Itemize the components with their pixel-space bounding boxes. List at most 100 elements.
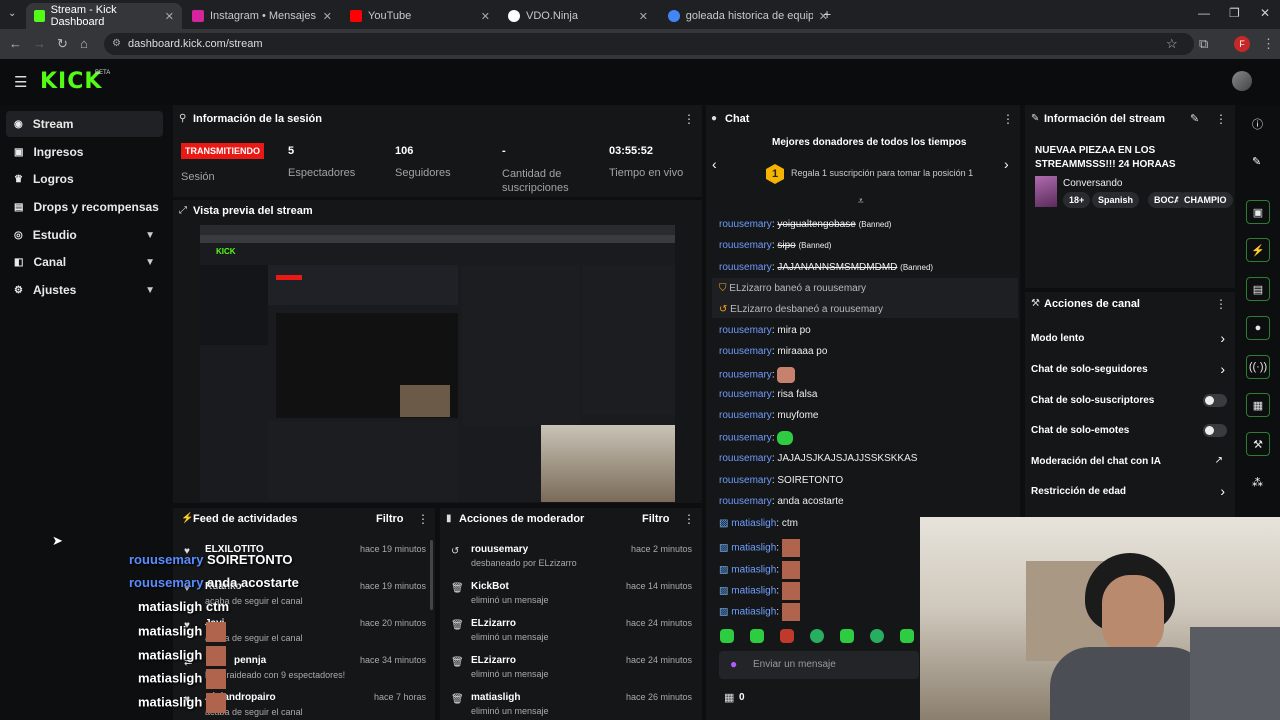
activity-menu-icon[interactable]: ⋮ — [417, 512, 429, 526]
emote-icon[interactable] — [900, 629, 914, 643]
sidebar-item-drops[interactable]: ▤ Drops y recompensas — [6, 194, 163, 220]
back-icon[interactable]: ← — [9, 36, 22, 51]
chat-username[interactable]: matiasligh — [731, 607, 776, 618]
sidebar-item-stream[interactable]: ◉ Stream — [6, 111, 163, 137]
emote-icon[interactable] — [750, 629, 764, 643]
category-name[interactable]: Conversando — [1063, 178, 1122, 189]
browser-menu-icon[interactable]: ⋮ — [1262, 36, 1275, 52]
restore-icon[interactable]: ❐ — [1229, 6, 1240, 20]
session-menu-icon[interactable]: ⋮ — [683, 112, 695, 126]
chat-username[interactable]: matiasligh — [731, 565, 776, 576]
chat-username[interactable]: rouusemary — [719, 496, 772, 507]
activity-scrollbar[interactable] — [430, 540, 433, 610]
action-ai-moderation[interactable]: Moderación del chat con IA ↗ — [1031, 453, 1229, 471]
emote-icon[interactable] — [720, 629, 734, 643]
sidebar-item-ingresos[interactable]: ▣ Ingresos — [6, 139, 163, 165]
rail-mod-button[interactable]: ▦ — [1246, 393, 1270, 417]
bookmark-star-icon[interactable]: ☆ — [1166, 36, 1178, 52]
close-tab-icon[interactable]: ✕ — [481, 10, 490, 23]
collapse-icon[interactable]: ⩡ — [858, 196, 864, 207]
profile-avatar[interactable]: F — [1234, 36, 1250, 52]
rail-broadcast-button[interactable]: ((·)) — [1246, 355, 1270, 379]
tab-instagram[interactable]: Instagram • Mensajes ✕ — [184, 3, 340, 29]
emotes-only-toggle[interactable] — [1203, 424, 1227, 437]
prev-arrow-icon[interactable]: ‹ — [712, 156, 717, 172]
browser-tab-strip: ⌄ Stream - Kick Dashboard ✕ Instagram • … — [0, 0, 1280, 29]
sidebar-item-canal[interactable]: ◧ Canal ▼ — [6, 249, 163, 275]
emote-icon[interactable] — [780, 629, 794, 643]
action-slow-mode[interactable]: Modo lento › — [1031, 330, 1229, 348]
kick-logo[interactable]: KICK — [40, 69, 102, 94]
extensions-icon[interactable]: ⧉ — [1199, 36, 1208, 52]
rail-notes-button[interactable]: ▤ — [1246, 277, 1270, 301]
chat-username[interactable]: rouusemary — [719, 433, 772, 444]
chat-menu-icon[interactable]: ⋮ — [1002, 112, 1014, 126]
emote-icon[interactable] — [870, 629, 884, 643]
rail-chat-button[interactable]: ● — [1246, 316, 1270, 340]
rail-tools-button[interactable]: ⚒ — [1246, 432, 1270, 456]
sidebar-item-ajustes[interactable]: ⚙ Ajustes ▼ — [6, 277, 163, 303]
emote-icon[interactable] — [810, 629, 824, 643]
emote-icon[interactable] — [840, 629, 854, 643]
tab-kick-dashboard[interactable]: Stream - Kick Dashboard ✕ — [26, 3, 182, 29]
points-icon[interactable]: ▦ — [724, 691, 734, 704]
edit-icon[interactable]: ✎ — [1190, 112, 1199, 125]
mod-menu-icon[interactable]: ⋮ — [683, 512, 695, 526]
chat-username[interactable]: rouusemary — [719, 262, 772, 273]
stream-info-menu-icon[interactable]: ⋮ — [1215, 112, 1227, 126]
mic-icon[interactable]: ● — [730, 657, 737, 671]
close-tab-icon[interactable]: ✕ — [639, 10, 648, 23]
chat-username[interactable]: ELzizarro — [729, 283, 771, 294]
tab-google-search[interactable]: goleada historica de equipos e ✕ — [660, 3, 836, 29]
reload-icon[interactable]: ↻ — [57, 36, 68, 52]
chat-username[interactable]: matiasligh — [731, 518, 776, 529]
action-followers-only[interactable]: Chat de solo-seguidores › — [1031, 361, 1229, 379]
chat-username[interactable]: matiasligh — [731, 586, 776, 597]
chat-username[interactable]: rouusemary — [719, 346, 772, 357]
forward-icon[interactable]: → — [33, 36, 46, 51]
stream-preview-video[interactable]: KICK — [200, 225, 675, 502]
close-window-icon[interactable]: ✕ — [1260, 6, 1270, 20]
channel-actions-menu-icon[interactable]: ⋮ — [1215, 297, 1227, 311]
close-tab-icon[interactable]: ✕ — [165, 10, 174, 23]
hamburger-menu-icon[interactable]: ☰ — [14, 73, 27, 91]
chat-username[interactable]: rouusemary — [719, 410, 772, 421]
minimize-icon[interactable]: — — [1198, 6, 1210, 20]
chat-username[interactable]: matiasligh — [731, 543, 776, 554]
sidebar-item-logros[interactable]: ♛ Logros — [6, 166, 163, 192]
chat-input[interactable]: ● Enviar un mensaje — [719, 651, 919, 679]
chat-username[interactable]: rouusemary — [719, 325, 772, 336]
category-thumbnail[interactable] — [1035, 176, 1057, 207]
tab-youtube[interactable]: YouTube ✕ — [342, 3, 498, 29]
chat-username[interactable]: rouusemary — [719, 453, 772, 464]
chat-username[interactable]: rouusemary — [719, 219, 772, 230]
close-tab-icon[interactable]: ✕ — [323, 10, 332, 23]
chat-username[interactable]: rouusemary — [719, 389, 772, 400]
user-avatar[interactable] — [1232, 71, 1252, 91]
rail-lightning-button[interactable]: ⚡ — [1246, 238, 1270, 262]
activity-filter-button[interactable]: Filtro — [376, 513, 404, 525]
next-arrow-icon[interactable]: › — [1004, 156, 1009, 172]
tab-label: VDO.Ninja — [526, 10, 578, 22]
edit-rail-icon[interactable]: ✎ — [1252, 155, 1261, 168]
subscribers-only-toggle[interactable] — [1203, 394, 1227, 407]
chat-username[interactable]: rouusemary — [719, 240, 772, 251]
sidebar-item-estudio[interactable]: ◎ Estudio ▼ — [6, 222, 163, 248]
mod-filter-button[interactable]: Filtro — [642, 513, 670, 525]
new-tab-icon[interactable]: + — [823, 6, 831, 22]
chat-message: rouusemary: JAJAJSJKAJSJAJJSSKSKKAS — [719, 453, 918, 464]
camera-icon: ▣ — [1252, 206, 1264, 219]
site-info-icon[interactable]: ⚙ — [112, 33, 121, 55]
rail-screenshot-button[interactable]: ▣ — [1246, 200, 1270, 224]
chat-username[interactable]: ELzizarro — [730, 304, 772, 315]
tab-vdo-ninja[interactable]: VDO.Ninja ✕ — [500, 3, 656, 29]
home-icon[interactable]: ⌂ — [80, 36, 88, 51]
action-age-restriction[interactable]: Restricción de edad › — [1031, 483, 1229, 501]
url-field[interactable]: ⚙ dashboard.kick.com/stream — [104, 33, 1194, 55]
chat-username[interactable]: rouusemary — [719, 475, 772, 486]
kick-badge-icon: ▨ — [719, 564, 729, 576]
chat-username[interactable]: rouusemary — [719, 370, 772, 381]
info-icon[interactable]: ⓘ — [1252, 116, 1263, 132]
apps-icon[interactable]: ⁂ — [1252, 476, 1263, 489]
tab-search-chevron-icon[interactable]: ⌄ — [8, 8, 16, 19]
